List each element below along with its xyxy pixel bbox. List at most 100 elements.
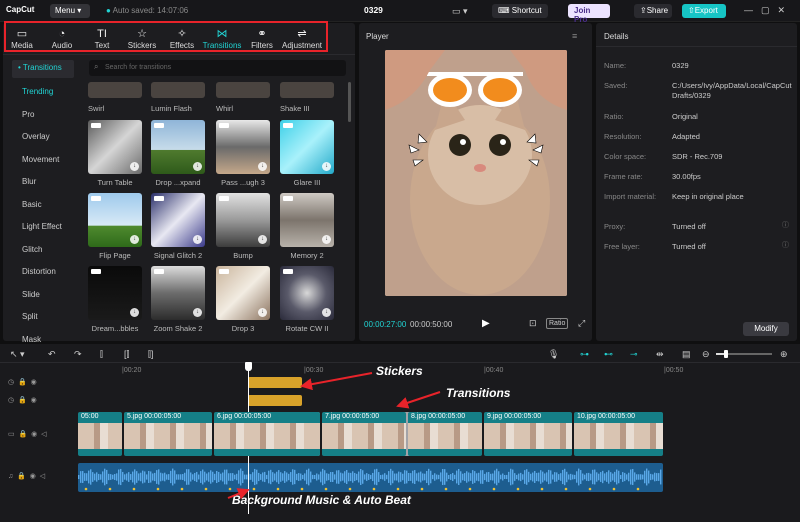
pro-badge bbox=[154, 196, 164, 201]
adjustment-icon: ⇌ bbox=[297, 28, 307, 40]
download-icon[interactable]: ↓ bbox=[130, 162, 139, 171]
tab-label: Media bbox=[11, 41, 33, 50]
clip-frames bbox=[574, 423, 663, 449]
transition-thumb[interactable]: ↓ bbox=[280, 193, 334, 247]
download-icon[interactable]: ↓ bbox=[258, 308, 267, 317]
tab-effects[interactable]: ✧ Effects bbox=[162, 27, 202, 50]
category-item[interactable]: Blur bbox=[12, 174, 74, 190]
video-clip[interactable]: 05:00 bbox=[78, 412, 122, 456]
category-item[interactable]: Mask bbox=[12, 332, 74, 348]
download-icon[interactable]: ↓ bbox=[322, 308, 331, 317]
video-clip[interactable]: 6.jpg 00:00:05:00 bbox=[214, 412, 320, 456]
transition-thumb[interactable]: ↓ bbox=[151, 193, 205, 247]
category-item[interactable]: Distortion bbox=[12, 264, 74, 280]
tab-text[interactable]: TI Text bbox=[82, 27, 122, 50]
category-item[interactable]: Split bbox=[12, 309, 74, 325]
transition-thumb[interactable]: ↓ bbox=[88, 193, 142, 247]
video-clip[interactable]: 9.jpg 00:00:05:00 bbox=[484, 412, 572, 456]
clip-label: 10.jpg 00:00:05:00 bbox=[577, 413, 635, 420]
category-item[interactable]: Slide bbox=[12, 287, 74, 303]
transition-thumb[interactable]: ↓ bbox=[88, 266, 142, 320]
clip-frames bbox=[214, 423, 320, 449]
thumb-label: Flip Page bbox=[99, 251, 131, 260]
transition-thumb[interactable]: ↓ bbox=[280, 120, 334, 174]
thumb-label: Rotate CW II bbox=[285, 324, 329, 333]
category-item[interactable]: Trending bbox=[12, 84, 74, 100]
category-item[interactable]: Movement bbox=[12, 152, 74, 168]
thumb-label: Bump bbox=[233, 251, 253, 260]
clip-label: 05:00 bbox=[81, 413, 99, 420]
clip-label: 6.jpg 00:00:05:00 bbox=[217, 413, 272, 420]
detail-value: C:/Users/Ivy/AppData/Local/CapCut Drafts… bbox=[672, 81, 792, 100]
thumb-label: Whirl bbox=[216, 104, 234, 113]
transition-thumb[interactable] bbox=[280, 82, 334, 98]
detail-key: Free layer: bbox=[604, 242, 640, 251]
video-clip[interactable]: 5.jpg 00:00:05:00 bbox=[124, 412, 212, 456]
download-icon[interactable]: ↓ bbox=[130, 308, 139, 317]
download-icon[interactable]: ↓ bbox=[130, 235, 139, 244]
transition-thumb[interactable] bbox=[216, 82, 270, 98]
video-clip[interactable]: 7.jpg 00:00:05:00 bbox=[322, 412, 406, 456]
transition-thumb[interactable] bbox=[88, 82, 142, 98]
download-icon[interactable]: ↓ bbox=[322, 162, 331, 171]
transition-thumb[interactable]: ↓ bbox=[280, 266, 334, 320]
tab-audio[interactable]: ◔ Audio bbox=[42, 27, 82, 50]
video-clip[interactable]: 10.jpg 00:00:05:00 bbox=[574, 412, 663, 456]
category-item[interactable]: Glitch bbox=[12, 242, 74, 258]
tab-stickers[interactable]: ☆ Stickers bbox=[122, 27, 162, 50]
pro-badge bbox=[283, 196, 293, 201]
detail-key: Saved: bbox=[604, 81, 628, 90]
transition-thumb[interactable]: ↓ bbox=[151, 266, 205, 320]
thumb-label: Dream...bbles bbox=[91, 324, 139, 333]
video-clip[interactable]: 8.jpg 00:00:05:00 bbox=[408, 412, 482, 456]
thumb-label: Pass ...ugh 3 bbox=[221, 178, 265, 187]
download-icon[interactable]: ↓ bbox=[193, 308, 202, 317]
pro-badge bbox=[283, 123, 293, 128]
thumb-label: Drop ...xpand bbox=[155, 178, 201, 187]
clip-frames bbox=[408, 423, 482, 449]
clip-label: 7.jpg 00:00:05:00 bbox=[325, 413, 380, 420]
tab-adjustment[interactable]: ⇌ Adjustment bbox=[282, 27, 322, 50]
tab-label: Adjustment bbox=[282, 41, 323, 50]
transition-thumb[interactable] bbox=[151, 82, 205, 98]
clip-label: 9.jpg 00:00:05:00 bbox=[487, 413, 542, 420]
transition-thumb[interactable]: ↓ bbox=[216, 266, 270, 320]
pro-badge bbox=[91, 196, 101, 201]
download-icon[interactable]: ↓ bbox=[258, 235, 267, 244]
audio-icon: ◔ bbox=[58, 28, 66, 40]
detail-key: Color space: bbox=[604, 152, 647, 161]
detail-key: Proxy: bbox=[604, 222, 626, 231]
download-icon[interactable]: ↓ bbox=[193, 162, 202, 171]
ruler-tick: |00:30 bbox=[304, 367, 324, 374]
download-icon[interactable]: ↓ bbox=[258, 162, 267, 171]
category-item[interactable]: Light Effect bbox=[12, 219, 74, 235]
effects-icon: ✧ bbox=[177, 28, 187, 40]
detail-key: Name: bbox=[604, 61, 627, 70]
detail-key: Resolution: bbox=[604, 132, 642, 141]
download-icon[interactable]: ↓ bbox=[193, 235, 202, 244]
detail-value: SDR - Rec.709 bbox=[672, 152, 723, 161]
transitions-icon: ⋈ bbox=[216, 28, 228, 40]
category-item[interactable]: Pro bbox=[12, 107, 74, 123]
media-icon: ▭ bbox=[16, 28, 28, 40]
category-item[interactable]: Overlay bbox=[12, 129, 74, 145]
pro-badge bbox=[219, 269, 229, 274]
transition-thumb[interactable]: ↓ bbox=[216, 120, 270, 174]
category-header[interactable]: • Transitions bbox=[12, 60, 74, 78]
detail-value: Keep in original place bbox=[672, 192, 744, 201]
thumb-label: Memory 2 bbox=[290, 251, 324, 260]
tab-transitions[interactable]: ⋈ Transitions bbox=[202, 27, 242, 50]
clip-frames bbox=[78, 423, 122, 449]
transition-thumb[interactable]: ↓ bbox=[88, 120, 142, 174]
category-item[interactable]: Basic bbox=[12, 197, 74, 213]
tab-filters[interactable]: ⚭ Filters bbox=[242, 27, 282, 50]
transition-thumb[interactable]: ↓ bbox=[151, 120, 205, 174]
tab-label: Audio bbox=[51, 41, 73, 50]
ruler-tick: |00:50 bbox=[664, 367, 684, 374]
transition-thumb[interactable]: ↓ bbox=[216, 193, 270, 247]
detail-value: 0329 bbox=[672, 61, 689, 70]
pro-badge bbox=[154, 269, 164, 274]
thumb-label: Shake III bbox=[280, 104, 310, 113]
tab-media[interactable]: ▭ Media bbox=[2, 27, 42, 50]
download-icon[interactable]: ↓ bbox=[322, 235, 331, 244]
